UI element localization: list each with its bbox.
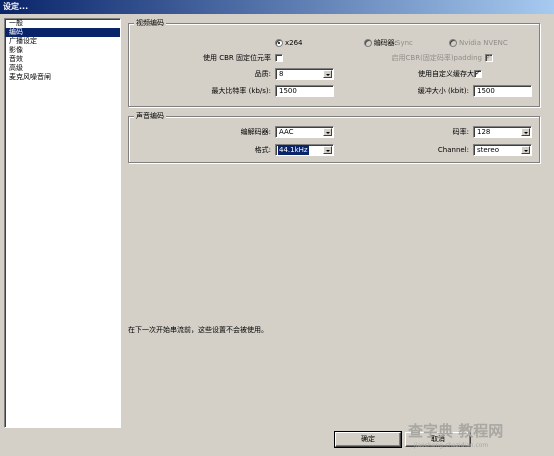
chevron-down-icon[interactable]: [323, 146, 332, 154]
window-title: 设定...: [0, 0, 554, 14]
buffer-size-input[interactable]: 1500: [473, 85, 532, 97]
nav-item-noise-gate[interactable]: 麦克风噪音闸: [5, 73, 120, 82]
restart-stream-note: 在下一次开始串流前，这些设置不会被使用。: [128, 326, 268, 334]
cbr-padding-checkbox[interactable]: ✓: [485, 53, 493, 62]
channel-value: stereo: [477, 146, 500, 154]
bitrate-select[interactable]: 128: [473, 126, 532, 138]
format-value: 44.1kHz: [278, 145, 309, 155]
video-encoding-legend: 视频编码: [134, 19, 166, 28]
cbr-label: 使用 CBR 固定位元率: [202, 54, 271, 62]
watermark-logo: 查字典 教程网 jiaocheng.chazidian.com: [408, 422, 554, 456]
max-bitrate-label: 最大比特率 (kb/s):: [211, 87, 271, 95]
nav-item-video[interactable]: 影像: [5, 46, 120, 55]
nav-item-encoding[interactable]: 编码: [5, 28, 120, 37]
x264-label: x264: [285, 39, 303, 47]
radio-selected-dot: [278, 42, 280, 44]
quicksync-radio[interactable]: [364, 39, 372, 47]
chevron-down-icon[interactable]: [521, 146, 530, 154]
chevron-down-icon[interactable]: [521, 128, 530, 136]
chevron-down-icon[interactable]: [323, 70, 332, 78]
quality-label: 品质:: [254, 70, 271, 78]
nav-item-advanced[interactable]: 高级: [5, 64, 120, 73]
max-bitrate-value: 1500: [279, 87, 297, 95]
custom-buffer-checkbox[interactable]: ✓: [474, 69, 482, 78]
bitrate-value: 128: [477, 128, 491, 136]
x264-radio[interactable]: [275, 39, 283, 47]
settings-window: 设定... 一般 编码 广播设定 影像 音效 高级 麦克风噪音闸 视频编码 编码…: [0, 0, 554, 456]
nav-item-general[interactable]: 一般: [5, 19, 120, 28]
chevron-down-icon[interactable]: [323, 128, 332, 136]
format-select[interactable]: 44.1kHz: [275, 144, 334, 156]
cbr-checkbox[interactable]: [275, 54, 283, 62]
audio-encoding-legend: 声音编码: [134, 112, 166, 121]
buffer-size-value: 1500: [477, 87, 495, 95]
format-label: 格式:: [254, 146, 271, 154]
quality-value: 8: [279, 70, 284, 78]
max-bitrate-input[interactable]: 1500: [275, 85, 334, 97]
ok-button[interactable]: 确定: [334, 431, 402, 448]
check-icon: ✓: [486, 53, 492, 61]
nvenc-label: Nvidia NVENC: [459, 39, 508, 47]
watermark-main: 查字典 教程网: [408, 422, 504, 440]
quality-select[interactable]: 8: [275, 68, 334, 80]
codec-select[interactable]: AAC: [275, 126, 334, 138]
buffer-size-label: 缓冲大小 (kbit):: [417, 87, 469, 95]
nav-item-audio[interactable]: 音效: [5, 55, 120, 64]
nvenc-radio[interactable]: [449, 39, 457, 47]
cbr-padding-label: 启用CBR(固定码率)padding: [391, 54, 482, 62]
nav-item-broadcast[interactable]: 广播设定: [5, 37, 120, 46]
check-icon: ✓: [475, 69, 481, 77]
custom-buffer-label: 使用自定义缓存大小: [418, 70, 481, 78]
codec-label: 编解码器:: [240, 128, 271, 136]
watermark-sub: jiaocheng.chazidian.com: [414, 442, 489, 449]
bitrate-label: 码率:: [452, 128, 469, 136]
audio-encoding-group: 声音编码 编解码器: AAC 码率: 128 格式: 44.1kHz Chann…: [128, 112, 540, 163]
channel-label: Channel:: [437, 146, 469, 154]
channel-select[interactable]: stereo: [473, 144, 532, 156]
video-encoding-group: 视频编码 编码器: x264 Quick Sync Nvidia NVENC 使…: [128, 19, 540, 107]
settings-nav-list[interactable]: 一般 编码 广播设定 影像 音效 高级 麦克风噪音闸: [4, 18, 121, 428]
quicksync-label: Quick Sync: [374, 39, 413, 47]
codec-value: AAC: [279, 128, 294, 136]
